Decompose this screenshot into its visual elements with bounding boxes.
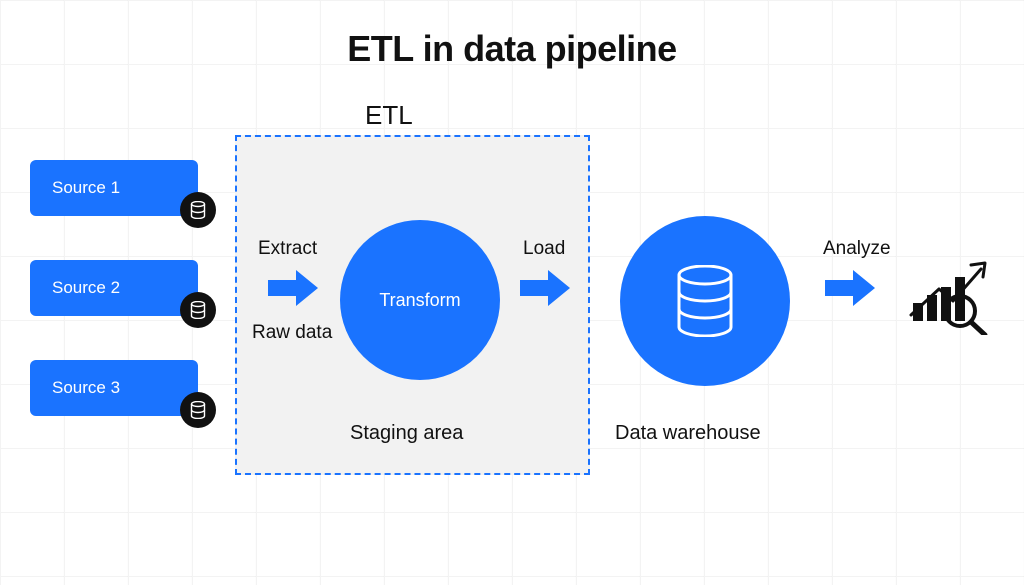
source-3-box: Source 3 <box>30 360 198 416</box>
data-warehouse-node <box>620 216 790 386</box>
source-1-box: Source 1 <box>30 160 198 216</box>
source-2-label: Source 2 <box>52 278 120 298</box>
transform-node: Transform <box>340 220 500 380</box>
source-1-label: Source 1 <box>52 178 120 198</box>
source-3-db-icon <box>180 392 216 428</box>
transform-label: Transform <box>379 290 460 311</box>
database-icon <box>190 401 206 419</box>
database-icon <box>190 201 206 219</box>
diagram-title: ETL in data pipeline <box>0 28 1024 70</box>
database-icon <box>190 301 206 319</box>
source-3-label: Source 3 <box>52 378 120 398</box>
load-arrow-icon <box>520 270 570 306</box>
source-1-db-icon <box>180 192 216 228</box>
extract-arrow-icon <box>268 270 318 306</box>
analytics-icon <box>905 245 995 335</box>
analyze-label: Analyze <box>823 238 891 260</box>
source-2-box: Source 2 <box>30 260 198 316</box>
raw-data-label: Raw data <box>252 322 332 344</box>
analyze-arrow-icon <box>825 270 875 306</box>
source-2-db-icon <box>180 292 216 328</box>
staging-area-label: Staging area <box>350 422 463 445</box>
etl-section-label: ETL <box>365 100 413 131</box>
load-label: Load <box>523 238 565 260</box>
data-warehouse-label: Data warehouse <box>615 422 761 445</box>
extract-label: Extract <box>258 238 317 260</box>
warehouse-database-icon <box>673 265 737 337</box>
